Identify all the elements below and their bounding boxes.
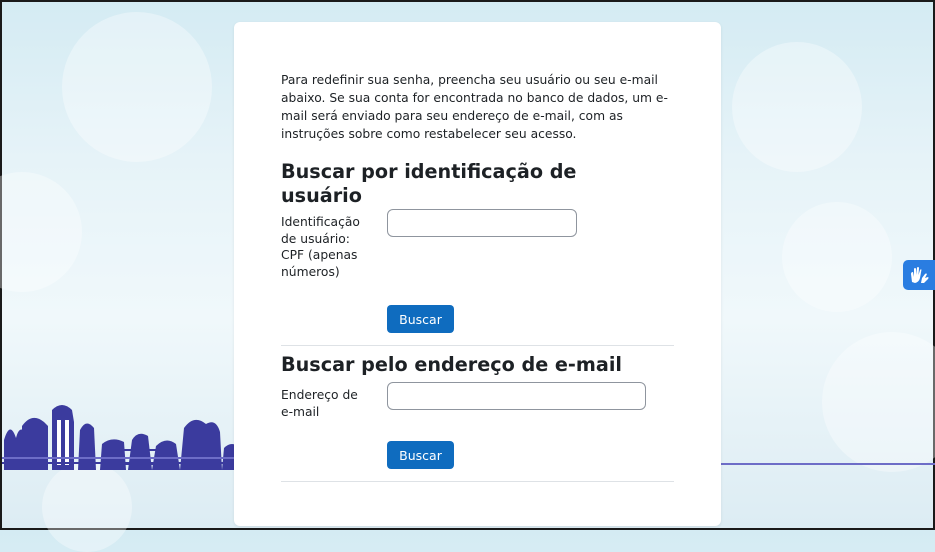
horizon-line-right [721,463,935,465]
intro-text: Para redefinir sua senha, preencha seu u… [281,73,668,141]
background-bubble [62,12,212,162]
username-section-heading: Buscar por identificação de usuário [281,160,577,207]
section-divider-bottom [281,481,674,482]
background-bubble [732,42,862,172]
accessibility-widget-button[interactable] [903,260,935,290]
sign-language-hands-icon [911,267,929,283]
username-input[interactable] [387,209,577,237]
email-section-heading: Buscar pelo endereço de e-mail [281,353,622,376]
username-field-label: Identificação de usuário: CPF (apenas nú… [281,215,360,279]
background-bubble [782,202,892,312]
search-username-button[interactable]: Buscar [387,305,454,333]
password-reset-card: Para redefinir sua senha, preencha seu u… [234,22,721,526]
horizon-line-left [2,457,234,459]
email-field-label: Endereço de e-mail [281,388,358,419]
background-bubble [42,462,132,552]
background-bubble [822,332,935,472]
background-bubble [0,172,82,292]
campus-skyline-illustration [2,405,242,470]
search-email-button[interactable]: Buscar [387,441,454,469]
email-input[interactable] [387,382,646,410]
section-divider [281,345,674,346]
